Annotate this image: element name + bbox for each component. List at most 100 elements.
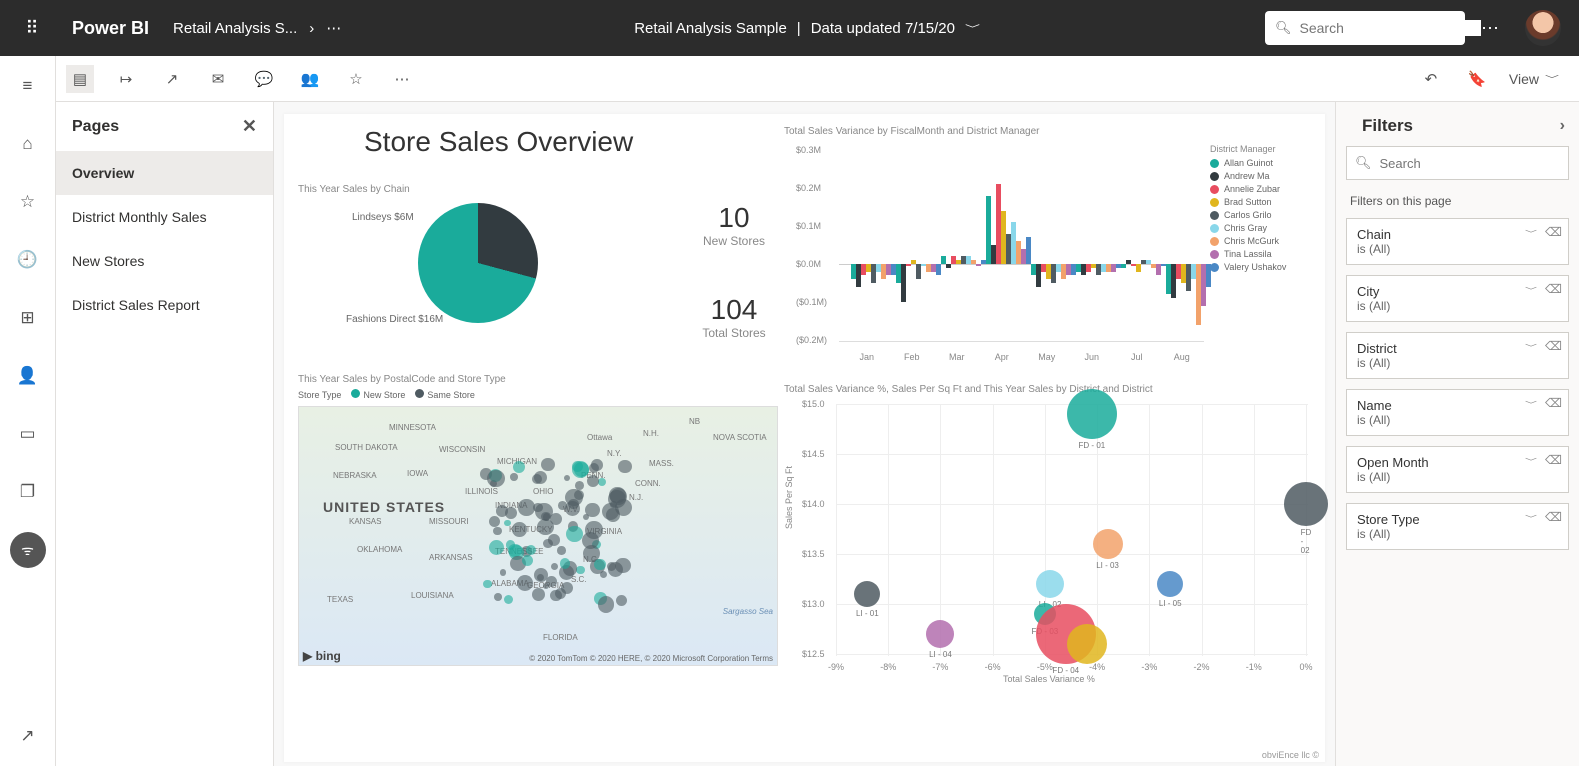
user-avatar[interactable] xyxy=(1525,10,1561,46)
visual-map[interactable]: This Year Sales by PostalCode and Store … xyxy=(298,374,778,684)
y-tick: $14.0 xyxy=(802,499,825,509)
legend-item: Brad Sutton xyxy=(1210,197,1314,207)
close-icon[interactable]: ✕ xyxy=(242,116,257,137)
undo-icon[interactable]: ↶ xyxy=(1417,65,1445,93)
y-tick: ($0.2M) xyxy=(796,335,827,345)
breadcrumb-item[interactable]: Retail Analysis S... xyxy=(173,20,297,37)
y-tick: ($0.1M) xyxy=(796,297,827,307)
ellipsis-icon[interactable]: ⋯ xyxy=(326,19,341,37)
chevron-down-icon[interactable]: ﹀ xyxy=(1525,399,1537,409)
y-tick: $13.0 xyxy=(802,599,825,609)
share-icon[interactable]: ↗ xyxy=(158,65,186,93)
eraser-icon[interactable]: ⌫ xyxy=(1545,396,1562,413)
shared-icon[interactable]: 👤 xyxy=(10,358,46,394)
map-country-label: UNITED STATES xyxy=(323,499,445,515)
bubble-point xyxy=(1067,389,1117,439)
more-toolbar-icon[interactable]: ⋯ xyxy=(388,65,416,93)
app-launcher-icon[interactable]: ⠿ xyxy=(8,18,56,39)
email-icon[interactable]: ✉ xyxy=(204,65,232,93)
bookmark-icon[interactable]: 🔖 xyxy=(1463,65,1491,93)
x-tick: Aug xyxy=(1174,352,1190,362)
apps-icon[interactable]: ⊞ xyxy=(10,300,46,336)
title-center: Retail Analysis Sample | Data updated 7/… xyxy=(349,18,1265,39)
kpi-new-stores[interactable]: 10 New Stores xyxy=(664,202,804,248)
x-tick: -9% xyxy=(828,662,844,672)
file-menu-icon[interactable]: ▤ xyxy=(66,65,94,93)
visual-bubble-chart[interactable]: Total Sales Variance %, Sales Per Sq Ft … xyxy=(784,384,1314,684)
chevron-down-icon[interactable]: ﹀ xyxy=(1525,228,1537,238)
filter-card[interactable]: Chainis (All)﹀⌫ xyxy=(1346,218,1569,265)
workspaces-icon[interactable]: ❐ xyxy=(10,474,46,510)
bubble-point xyxy=(854,581,880,607)
visual-bar-chart[interactable]: Total Sales Variance by FiscalMonth and … xyxy=(784,126,1314,366)
hamburger-icon[interactable]: ≡ xyxy=(10,68,46,104)
kpi-label: Total Stores xyxy=(664,326,804,340)
pie-slice-label: Fashions Direct $16M xyxy=(346,314,443,325)
bing-logo: ▶ bing xyxy=(303,649,341,663)
brand-label[interactable]: Power BI xyxy=(56,18,165,39)
filter-card[interactable]: Open Monthis (All)﹀⌫ xyxy=(1346,446,1569,493)
filters-search-input[interactable] xyxy=(1380,156,1560,171)
page-tab[interactable]: New Stores xyxy=(56,239,273,283)
learn-icon[interactable]: ▭ xyxy=(10,416,46,452)
kpi-value: 10 xyxy=(664,202,804,234)
bubble-plot-area: FD - 01FD - 02LI - 03LI - 02FD - 03LI - … xyxy=(836,404,1308,656)
chat-icon[interactable]: 💬 xyxy=(250,65,278,93)
export-icon[interactable]: ↦ xyxy=(112,65,140,93)
map-label: FLORIDA xyxy=(543,633,578,642)
x-tick: Feb xyxy=(904,352,920,362)
teams-icon[interactable]: 👥 xyxy=(296,65,324,93)
more-options-icon[interactable]: ⋯ xyxy=(1465,18,1515,39)
view-menu[interactable]: View ﹀ xyxy=(1509,69,1559,89)
home-icon[interactable]: ⌂ xyxy=(10,126,46,162)
map-label: Ottawa xyxy=(587,433,612,442)
recent-icon[interactable]: 🕘 xyxy=(10,242,46,278)
eraser-icon[interactable]: ⌫ xyxy=(1545,453,1562,470)
chevron-down-icon[interactable]: ﹀ xyxy=(1525,285,1537,295)
map-label: N.Y. xyxy=(607,449,622,458)
page-tab[interactable]: District Sales Report xyxy=(56,283,273,327)
favorites-icon[interactable]: ☆ xyxy=(10,184,46,220)
eraser-icon[interactable]: ⌫ xyxy=(1545,282,1562,299)
top-bar: ⠿ Power BI Retail Analysis S... › ⋯ Reta… xyxy=(0,0,1579,56)
global-search[interactable]: 🔍︎ xyxy=(1265,11,1465,45)
page-tab[interactable]: District Monthly Sales xyxy=(56,195,273,239)
filters-pane: Filters › 🔍︎ Filters on this page Chaini… xyxy=(1335,102,1579,766)
kpi-total-stores[interactable]: 104 Total Stores xyxy=(664,294,804,340)
search-icon: 🔍︎ xyxy=(1275,20,1292,36)
pages-title: Pages xyxy=(72,118,119,136)
filter-card[interactable]: Store Typeis (All)﹀⌫ xyxy=(1346,503,1569,550)
filter-card[interactable]: Cityis (All)﹀⌫ xyxy=(1346,275,1569,322)
bubble-point xyxy=(1284,482,1328,526)
popout-icon[interactable]: ↗ xyxy=(10,718,46,754)
visual-pie[interactable]: This Year Sales by Chain Lindseys $6M Fa… xyxy=(298,184,658,364)
x-tick: -2% xyxy=(1194,662,1210,672)
chevron-down-icon: ﹀ xyxy=(1545,73,1559,85)
chevron-right-icon[interactable]: › xyxy=(1560,117,1565,135)
eraser-icon[interactable]: ⌫ xyxy=(1545,225,1562,242)
chevron-down-icon[interactable]: ﹀ xyxy=(1525,342,1537,352)
global-search-input[interactable] xyxy=(1300,20,1481,36)
map-legend: Store Type New Store Same Store xyxy=(298,389,778,400)
eraser-icon[interactable]: ⌫ xyxy=(1545,339,1562,356)
filter-card[interactable]: Districtis (All)﹀⌫ xyxy=(1346,332,1569,379)
filters-search[interactable]: 🔍︎ xyxy=(1346,146,1569,180)
favorite-icon[interactable]: ☆ xyxy=(342,65,370,93)
filter-card[interactable]: Nameis (All)﹀⌫ xyxy=(1346,389,1569,436)
y-tick: $13.5 xyxy=(802,549,825,559)
page-tab[interactable]: Overview xyxy=(56,151,273,195)
legend-item: Tina Lassila xyxy=(1210,249,1314,259)
filters-title: Filters xyxy=(1362,116,1413,136)
x-tick: Apr xyxy=(995,352,1009,362)
chevron-down-icon[interactable]: ﹀ xyxy=(1525,513,1537,523)
eraser-icon[interactable]: ⌫ xyxy=(1545,510,1562,527)
legend-item: Andrew Ma xyxy=(1210,171,1314,181)
chevron-down-icon[interactable]: ﹀ xyxy=(965,22,980,35)
map-credit: © 2020 TomTom © 2020 HERE, © 2020 Micros… xyxy=(529,654,773,663)
map-label: LOUISIANA xyxy=(411,591,454,600)
visual-title: This Year Sales by PostalCode and Store … xyxy=(298,374,778,385)
bubble-label: LI - 03 xyxy=(1096,561,1119,570)
chevron-down-icon[interactable]: ﹀ xyxy=(1525,456,1537,466)
legend-item: Chris McGurk xyxy=(1210,236,1314,246)
workspace-badge-icon[interactable]: ᯤ xyxy=(10,532,46,568)
